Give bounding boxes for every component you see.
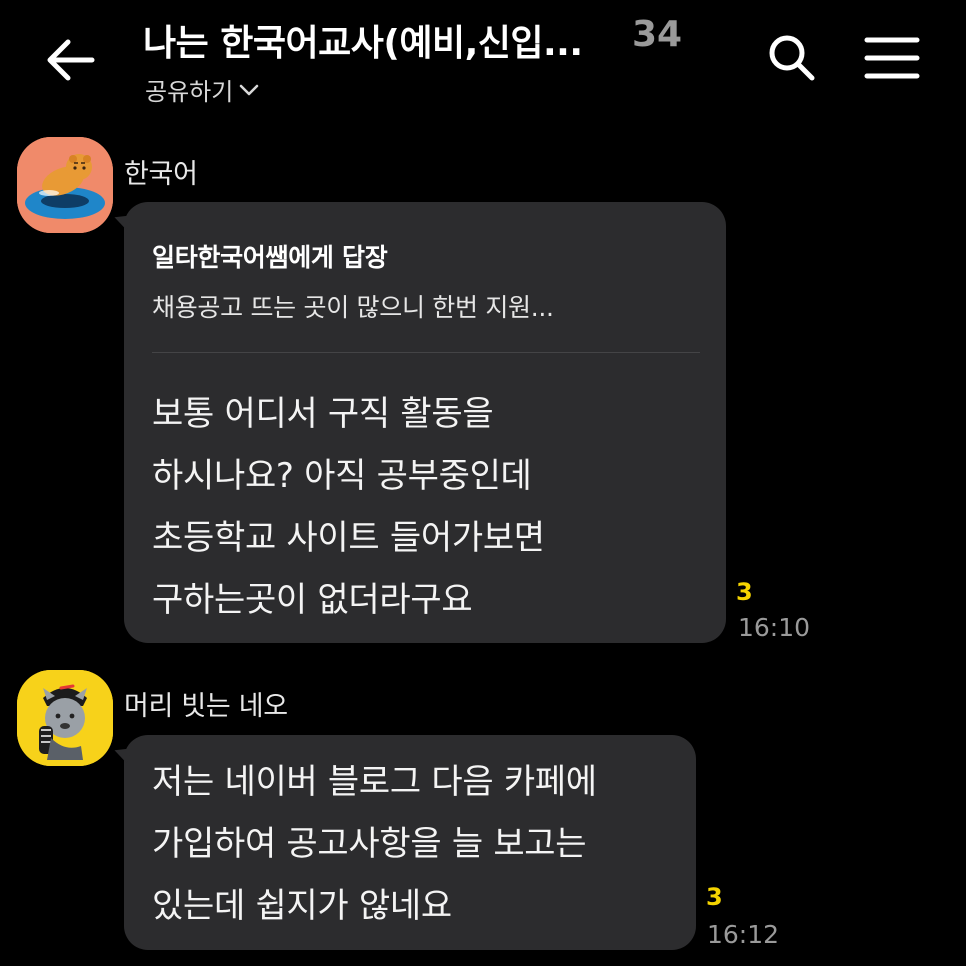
sender-name: 한국어 [124,159,198,190]
menu-button[interactable] [862,32,922,84]
chat-screen: 나는 한국어교사(예비,신입... 34 공유하기 한국어 일타한국어쌤에게 답… [0,0,966,966]
message-text: 저는 네이버 블로그 다음 카페에 가입하여 공고사항을 늘 보고는 있는데 쉽… [152,762,597,926]
neo-comb-avatar-icon [17,670,113,766]
share-label: 공유하기 [145,78,234,106]
chat-room-title[interactable]: 나는 한국어교사(예비,신입... [143,14,583,66]
avatar[interactable] [17,137,113,233]
back-button[interactable] [38,28,102,92]
share-dropdown[interactable]: 공유하기 [145,72,259,107]
member-count: 34 [632,14,683,55]
unread-count: 3 [736,578,753,606]
reply-target[interactable]: 일타한국어쌤에게 답장 [152,238,700,274]
search-icon [769,35,815,81]
message-bubble[interactable]: 일타한국어쌤에게 답장 채용공고 뜨는 곳이 많으니 한번 지원... 보통 어… [124,202,726,643]
message-bubble[interactable]: 저는 네이버 블로그 다음 카페에 가입하여 공고사항을 늘 보고는 있는데 쉽… [124,735,696,950]
search-button[interactable] [764,30,820,86]
ryan-float-avatar-icon [17,137,113,233]
message-time: 16:12 [707,920,780,949]
reply-preview[interactable]: 채용공고 뜨는 곳이 많으니 한번 지원... [152,288,700,324]
message-text: 보통 어디서 구직 활동을 하시나요? 아직 공부중인데 초등학교 사이트 들어… [152,394,545,620]
back-arrow-icon [47,39,95,81]
message-time: 16:10 [738,613,811,642]
chevron-down-icon [240,84,259,95]
sender-name: 머리 빗는 네오 [124,691,288,722]
avatar[interactable] [17,670,113,766]
unread-count: 3 [706,883,723,911]
hamburger-menu-icon [864,37,920,79]
reply-divider [152,352,700,353]
